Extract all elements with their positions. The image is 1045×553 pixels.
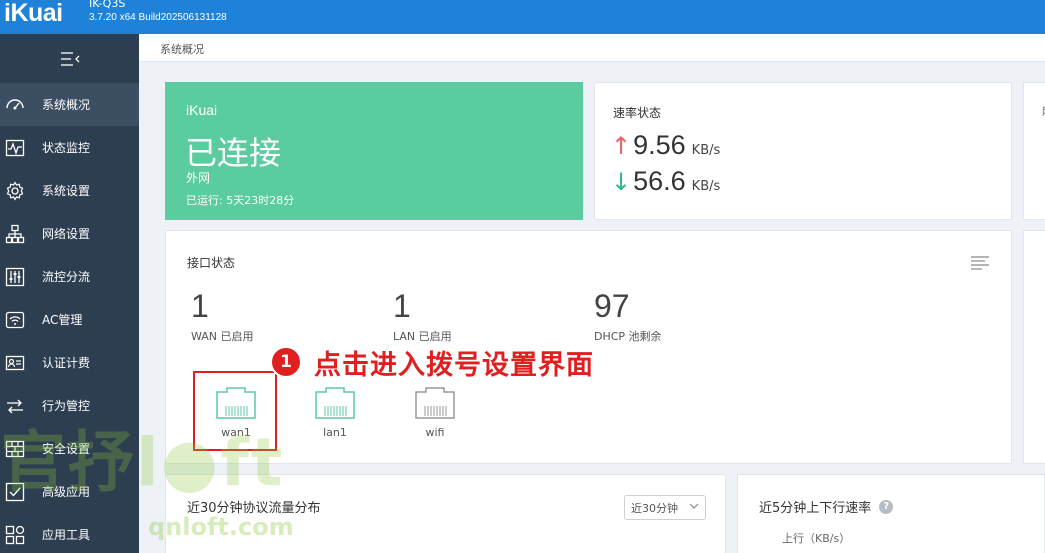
dhcp-stat: 97 DHCP 池剩余 [594,286,662,344]
sidebar-item-flow-control[interactable]: 流控分流 [0,255,139,298]
chevron-down-icon [689,503,699,509]
top-bar: iKuai IK-Q3S 3.7.20 x64 Build20250613112… [0,0,1045,34]
sidebar-item-ac-management[interactable]: AC管理 [0,298,139,341]
arrows-icon [4,395,26,417]
network-icon [4,223,26,245]
sidebar-item-label: 行为管控 [42,399,91,413]
upload-axis-label: 上行（KB/s） [782,532,851,545]
ethernet-port-icon [315,387,355,419]
upload-speed-row: ↑ 9.56 KB/s [611,130,720,161]
dhcp-count: 97 [594,288,630,324]
firmware-build: 3.7.20 x64 Build202506131128 [89,12,227,23]
sidebar-item-label: 流控分流 [42,270,91,284]
sliders-icon [4,266,26,288]
network-type: 外网 [186,171,211,185]
sidebar-item-security[interactable]: 安全设置 [0,427,139,470]
sidebar-item-label: 系统概况 [42,98,91,112]
time-range-select[interactable]: 近30分钟 [624,495,706,520]
lan-label: LAN 已启用 [393,330,452,343]
wan-count: 1 [191,288,209,324]
step-instruction: 点击进入拨号设置界面 [314,350,594,381]
sidebar-item-app-tools[interactable]: 应用工具 [0,513,139,553]
upload-speed-unit: KB/s [691,143,721,158]
sidebar-item-label: 安全设置 [42,442,91,456]
id-card-icon [4,352,26,374]
ikuai-logo[interactable]: iKuai [4,0,63,26]
rate-chart-card: 近5分钟上下行速率 ? 上行（KB/s） [737,474,1045,553]
device-model: IK-Q3S [89,0,126,10]
connection-status-card: iKuai 已连接 外网 已运行: 5天23时28分 [165,82,583,220]
sidebar: 系统概况 状态监控 系统设置 网络设置 流控分流 AC管理 认证计费 行为管控 … [0,34,139,553]
wan-stat: 1 WAN 已启用 [191,286,254,344]
speed-status-card: 速率状态 ↑ 9.56 KB/s ↓ 56.6 KB/s [594,82,1012,220]
rate-title: 近5分钟上下行速率 [759,501,872,516]
sidebar-item-advanced[interactable]: 高级应用 [0,470,139,513]
sidebar-collapse-button[interactable] [0,34,139,83]
port-label: lan1 [323,426,347,439]
status-brand: iKuai [186,102,218,118]
speed-title: 速率状态 [613,106,662,120]
download-speed-row: ↓ 56.6 KB/s [611,166,720,197]
port-wifi[interactable]: wifi [405,386,465,439]
rate-title-row: 近5分钟上下行速率 ? [759,497,894,516]
wan-label: WAN 已启用 [191,330,254,343]
list-menu-icon[interactable] [971,256,989,270]
help-icon[interactable]: ? [879,499,894,514]
breadcrumb-bar: 系统概况 [139,34,1045,62]
sidebar-item-label: 高级应用 [42,485,91,499]
sidebar-item-label: 系统设置 [42,184,91,198]
sidebar-item-behavior-control[interactable]: 行为管控 [0,384,139,427]
highlight-box [193,371,277,451]
interface-title: 接口状态 [187,256,236,270]
breadcrumb: 系统概况 [160,43,204,56]
download-speed-value: 56.6 [633,166,686,196]
sidebar-item-label: 网络设置 [42,227,91,241]
lan-stat: 1 LAN 已启用 [393,286,452,344]
flow-title: 近30分钟协议流量分布 [187,501,321,516]
main-content: 系统概况 iKuai 已连接 外网 已运行: 5天23时28分 速率状态 ↑ 9… [139,34,1045,553]
lan-count: 1 [393,288,411,324]
wifi-icon [4,309,26,331]
sidebar-item-network-settings[interactable]: 网络设置 [0,212,139,255]
sidebar-item-system-settings[interactable]: 系统设置 [0,169,139,212]
protocol-flow-card: 近30分钟协议流量分布 近30分钟 [165,474,726,553]
arrow-down-icon: ↓ [611,168,632,196]
ethernet-port-icon [415,387,455,419]
apps-icon [4,524,26,546]
step-badge: 1 [270,346,302,378]
sidebar-item-label: AC管理 [42,313,83,327]
time-range-value: 近30分钟 [631,501,678,515]
dashboard-icon [4,94,26,116]
sidebar-item-label: 状态监控 [42,141,91,155]
gear-icon [4,180,26,202]
sidebar-item-auth-billing[interactable]: 认证计费 [0,341,139,384]
menu-collapse-icon [60,51,79,66]
connection-state: 已连接 [185,134,282,172]
port-label: wifi [425,426,445,439]
sidebar-item-monitor[interactable]: 状态监控 [0,126,139,169]
checklist-icon [4,481,26,503]
upload-speed-value: 9.56 [633,130,686,160]
sidebar-item-label: 应用工具 [42,528,91,542]
download-speed-unit: KB/s [691,179,721,194]
peek-card-right-middle [1023,230,1045,464]
port-lan1[interactable]: lan1 [305,386,365,439]
dhcp-label: DHCP 池剩余 [594,330,662,343]
sidebar-item-overview[interactable]: 系统概况 [0,83,139,126]
peek-card-right-top: 网 [1023,82,1045,220]
monitor-icon [4,137,26,159]
sidebar-item-label: 认证计费 [42,356,91,370]
arrow-up-icon: ↑ [611,132,632,160]
firewall-icon [4,438,26,460]
uptime-text: 已运行: 5天23时28分 [186,194,295,207]
